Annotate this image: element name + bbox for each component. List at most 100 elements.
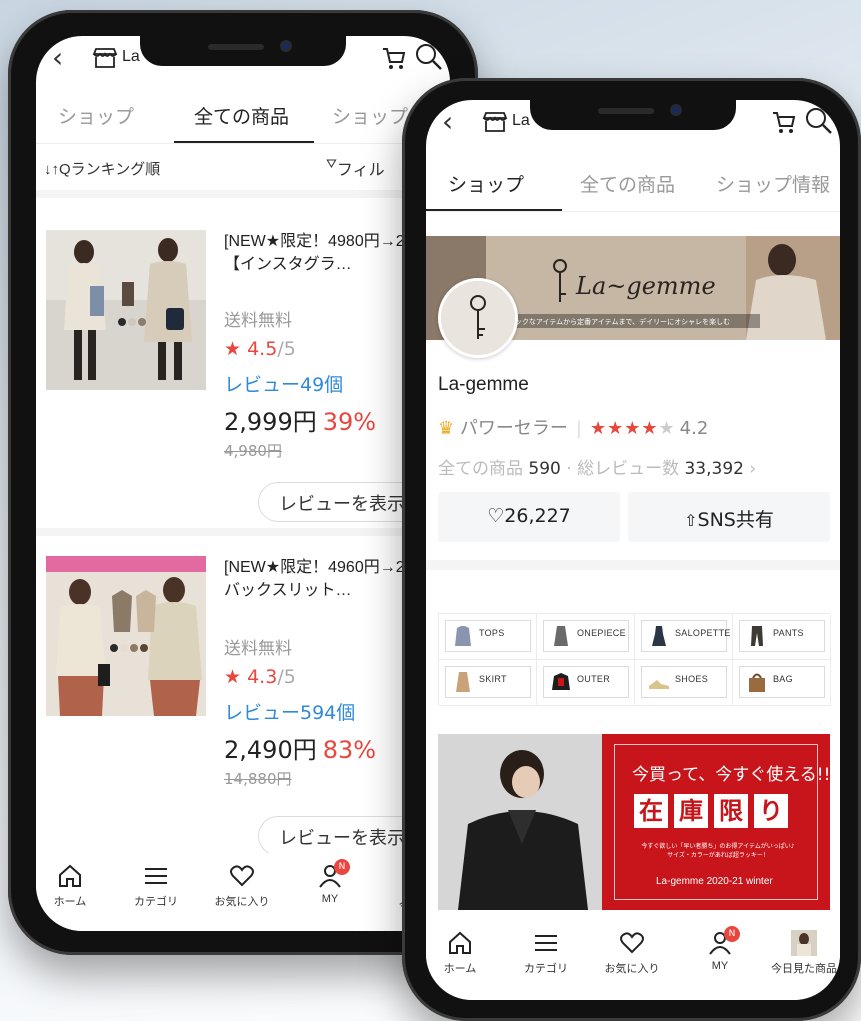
- category-salopette[interactable]: SALOPETTE: [635, 614, 733, 660]
- home-icon: [449, 931, 471, 954]
- nav-category[interactable]: カテゴリ: [116, 863, 196, 909]
- nav-favorites[interactable]: お気に入り: [592, 930, 672, 976]
- heart-icon: [230, 865, 254, 887]
- promo-kanji: 限: [714, 794, 748, 828]
- product-card[interactable]: [NEW★限定！4980円→2999円]【インスタグラ… 送料無料 ★ 4.5/…: [36, 202, 450, 522]
- filter-icon: ⛛: [326, 156, 337, 171]
- banner-caption: ベーシックなアイテムから定番アイテムまで、デイリーにオシャレを楽しむ: [494, 317, 730, 326]
- rating-value: 4.3: [247, 666, 278, 688]
- category-onepiece[interactable]: ONEPIECE: [537, 614, 635, 660]
- price-row: 2,490円 83%: [224, 730, 376, 765]
- seller-info: ♛ パワーセラー | ★★★★★ 4.2: [438, 418, 709, 439]
- star-icon: ★: [224, 338, 242, 360]
- category-bag[interactable]: BAG: [733, 660, 831, 706]
- promo-headline: 今買って、今すぐ使える!!: [632, 765, 830, 785]
- all-products-label: 全ての商品: [438, 459, 523, 479]
- divider: [36, 190, 450, 198]
- sns-share-button[interactable]: ⇧SNS共有: [628, 492, 830, 542]
- shop-counts[interactable]: 全ての商品 590 · 総レビュー数 33,392 ›: [438, 454, 756, 479]
- category-skirt[interactable]: SKIRT: [439, 660, 537, 706]
- price: 2,999円: [224, 408, 317, 436]
- nav-my[interactable]: N MY: [290, 859, 370, 905]
- filter-button[interactable]: ⛛フィル: [326, 156, 385, 180]
- back-icon[interactable]: ‹: [442, 108, 453, 136]
- divider: [426, 560, 840, 570]
- store-icon: [482, 112, 508, 132]
- promo-kanji: 在: [634, 794, 668, 828]
- review-count[interactable]: レビュー594個: [224, 698, 355, 725]
- phone-notch: [530, 100, 736, 130]
- category-label: SHOES: [675, 674, 709, 684]
- price-row: 2,999円 39%: [224, 402, 376, 437]
- nav-favorites[interactable]: お気に入り: [202, 863, 282, 909]
- shipping-label: 送料無料: [224, 311, 292, 331]
- like-shop-button[interactable]: ♡26,227: [438, 492, 620, 542]
- nav-my-label: MY: [321, 893, 339, 905]
- nav-my-label: MY: [711, 960, 729, 972]
- original-price: 4,980円: [224, 442, 282, 460]
- product-image[interactable]: [46, 556, 206, 716]
- reviews-label: 総レビュー数: [577, 459, 680, 479]
- sns-share-label: SNS共有: [697, 509, 774, 531]
- cart-icon[interactable]: [770, 108, 798, 136]
- discount-percent: 83%: [322, 736, 377, 764]
- share-icon: ⇧: [684, 511, 698, 530]
- product-card[interactable]: [NEW★限定！4960円→2490円]バックスリット… 送料無料 ★ 4.3/…: [36, 536, 450, 856]
- tops-icon: [455, 626, 471, 646]
- nav-favorites-label: お気に入り: [214, 896, 270, 908]
- chevron-right-icon: ›: [749, 459, 757, 479]
- nav-recent-label: 今日見た商品: [771, 963, 837, 975]
- review-count[interactable]: レビュー49個: [224, 370, 343, 397]
- nav-home[interactable]: ホーム: [426, 930, 500, 976]
- category-label: PANTS: [773, 628, 804, 638]
- skirt-icon: [456, 672, 470, 692]
- all-products-count: 590: [528, 459, 561, 479]
- product-list-screen: ‹ La ショップ 全ての商品 ショップ ↓↑Qランキング順 ⛛フィル [NEW…: [36, 36, 450, 931]
- sort-dropdown[interactable]: ↓↑Qランキング順: [44, 158, 160, 179]
- search-icon[interactable]: [414, 42, 444, 72]
- category-label: SALOPETTE: [675, 628, 731, 638]
- category-label: SKIRT: [479, 674, 507, 684]
- tab-all-products[interactable]: 全ての商品: [580, 170, 675, 197]
- shop-screen: ‹ La ショップ 全ての商品 ショップ情報 La~gemme ベーシックなアイ…: [426, 100, 840, 1000]
- nav-category[interactable]: カテゴリ: [506, 930, 586, 976]
- category-tops[interactable]: TOPS: [439, 614, 537, 660]
- nav-favorites-label: お気に入り: [604, 963, 660, 975]
- tab-shop[interactable]: ショップ: [58, 102, 134, 129]
- phone-notch: [140, 36, 346, 66]
- tab-bar: ショップ 全ての商品 ショップ: [36, 88, 450, 144]
- filter-label: フィル: [336, 162, 385, 179]
- seller-badge: パワーセラー: [459, 418, 568, 439]
- menu-icon: [535, 935, 557, 951]
- nav-my[interactable]: N MY: [680, 926, 760, 972]
- store-name: La: [512, 112, 530, 129]
- tab-shop-info[interactable]: ショップ情報: [716, 170, 830, 197]
- product-image[interactable]: [46, 230, 206, 390]
- promo-banner[interactable]: 今買って、今すぐ使える!! 在 庫 限 り 今すぐ欲しい「早い者勝ち」のお得アイ…: [438, 734, 830, 910]
- tab-shop[interactable]: ショップ: [448, 170, 524, 197]
- sort-bar: ↓↑Qランキング順 ⛛フィル: [36, 144, 450, 190]
- outer-icon: [552, 673, 570, 690]
- rating-value: 4.5: [247, 338, 278, 360]
- category-pants[interactable]: PANTS: [733, 614, 831, 660]
- bag-icon: [749, 673, 765, 692]
- nav-home-label: ホーム: [443, 963, 477, 975]
- category-outer[interactable]: OUTER: [537, 660, 635, 706]
- cart-icon[interactable]: [380, 44, 408, 72]
- search-icon[interactable]: [804, 106, 834, 136]
- category-shoes[interactable]: SHOES: [635, 660, 733, 706]
- divider: [36, 528, 450, 536]
- crown-icon: ♛: [438, 418, 455, 439]
- tab-all-products[interactable]: 全ての商品: [194, 102, 289, 129]
- category-label: OUTER: [577, 674, 610, 684]
- shop-rating: 4.2: [679, 418, 709, 439]
- nav-home[interactable]: ホーム: [36, 863, 110, 909]
- like-count: 26,227: [504, 505, 571, 527]
- shop-avatar[interactable]: [438, 278, 518, 358]
- nav-recent[interactable]: 今日見た商品: [764, 930, 840, 976]
- recent-item-thumbnail: [791, 930, 817, 956]
- back-icon[interactable]: ‹: [52, 44, 63, 72]
- tab-shop-info[interactable]: ショップ: [332, 102, 408, 129]
- discount-percent: 39%: [322, 408, 377, 436]
- category-label: BAG: [773, 674, 793, 684]
